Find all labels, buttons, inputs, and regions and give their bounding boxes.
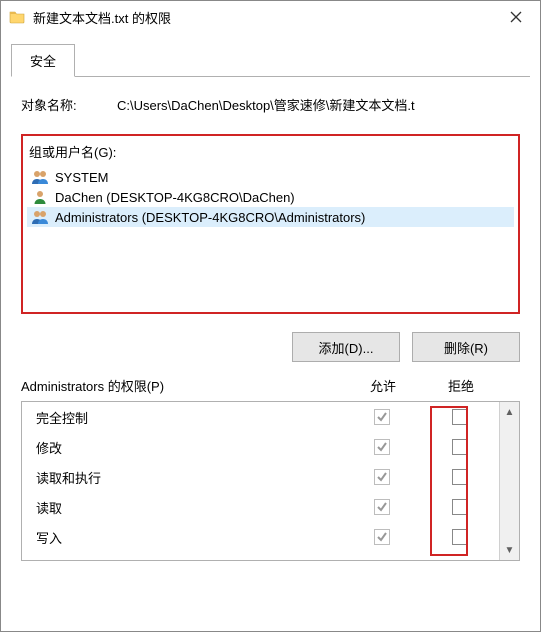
permissions-header: Administrators 的权限(P) 允许 拒绝 (21, 376, 520, 395)
titlebar: 新建文本文档.txt 的权限 (1, 1, 540, 33)
checkbox-unchecked[interactable] (452, 409, 468, 425)
checkbox-checked (374, 529, 390, 545)
deny-cell (421, 529, 499, 545)
permission-name: 修改 (36, 438, 343, 457)
tab-content: 对象名称: C:\Users\DaChen\Desktop\管家速修\新建文本文… (1, 77, 540, 631)
permission-name: 完全控制 (36, 408, 343, 427)
object-row: 对象名称: C:\Users\DaChen\Desktop\管家速修\新建文本文… (21, 95, 520, 114)
group-icon (31, 209, 49, 225)
principals-section: 组或用户名(G): SYSTEM DaChen (DESKTOP-4KG8CRO\… (21, 134, 520, 314)
checkbox-checked (374, 469, 390, 485)
checkbox-checked (374, 409, 390, 425)
principal-name: SYSTEM (55, 170, 108, 185)
permission-row: 写入 (22, 522, 499, 552)
scrollbar[interactable]: ▲ ▼ (499, 402, 519, 560)
add-button[interactable]: 添加(D)... (292, 332, 400, 362)
permission-row: 完全控制 (22, 402, 499, 432)
deny-header: 拒绝 (422, 376, 500, 395)
group-icon (31, 169, 49, 185)
object-path: C:\Users\DaChen\Desktop\管家速修\新建文本文档.t (117, 95, 520, 114)
permissions-title: Administrators 的权限(P) (21, 376, 344, 395)
remove-button[interactable]: 删除(R) (412, 332, 520, 362)
close-button[interactable] (493, 2, 538, 32)
object-label: 对象名称: (21, 95, 117, 114)
principals-list[interactable]: SYSTEM DaChen (DESKTOP-4KG8CRO\DaChen) Adm… (27, 167, 514, 304)
allow-cell (343, 529, 421, 545)
deny-cell (421, 409, 499, 425)
permission-name: 写入 (36, 528, 343, 547)
permission-name: 读取和执行 (36, 468, 343, 487)
allow-cell (343, 469, 421, 485)
scroll-down-icon[interactable]: ▼ (500, 540, 519, 560)
checkbox-unchecked[interactable] (452, 529, 468, 545)
tabstrip: 安全 (11, 43, 530, 77)
window-title: 新建文本文档.txt 的权限 (33, 8, 493, 27)
allow-cell (343, 499, 421, 515)
permission-name: 读取 (36, 498, 343, 517)
principal-item[interactable]: Administrators (DESKTOP-4KG8CRO\Administ… (27, 207, 514, 227)
checkbox-unchecked[interactable] (452, 469, 468, 485)
permission-row: 修改 (22, 432, 499, 462)
principals-label: 组或用户名(G): (27, 140, 514, 167)
allow-cell (343, 439, 421, 455)
checkbox-unchecked[interactable] (452, 499, 468, 515)
principal-item[interactable]: DaChen (DESKTOP-4KG8CRO\DaChen) (27, 187, 514, 207)
permission-row: 读取 (22, 492, 499, 522)
checkbox-unchecked[interactable] (452, 439, 468, 455)
allow-header: 允许 (344, 376, 422, 395)
permissions-dialog: 新建文本文档.txt 的权限 安全 对象名称: C:\Users\DaChen\… (0, 0, 541, 632)
deny-cell (421, 439, 499, 455)
principal-item[interactable]: SYSTEM (27, 167, 514, 187)
principal-name: Administrators (DESKTOP-4KG8CRO\Administ… (55, 210, 365, 225)
tab-security[interactable]: 安全 (11, 44, 75, 77)
scroll-up-icon[interactable]: ▲ (500, 402, 519, 422)
allow-cell (343, 409, 421, 425)
deny-cell (421, 469, 499, 485)
permission-row: 读取和执行 (22, 462, 499, 492)
checkbox-checked (374, 499, 390, 515)
permissions-table: 完全控制修改读取和执行读取写入 ▲ ▼ (21, 401, 520, 561)
principal-name: DaChen (DESKTOP-4KG8CRO\DaChen) (55, 190, 295, 205)
folder-icon (9, 9, 25, 25)
user-icon (31, 189, 49, 205)
deny-cell (421, 499, 499, 515)
principal-buttons: 添加(D)... 删除(R) (21, 332, 520, 362)
checkbox-checked (374, 439, 390, 455)
